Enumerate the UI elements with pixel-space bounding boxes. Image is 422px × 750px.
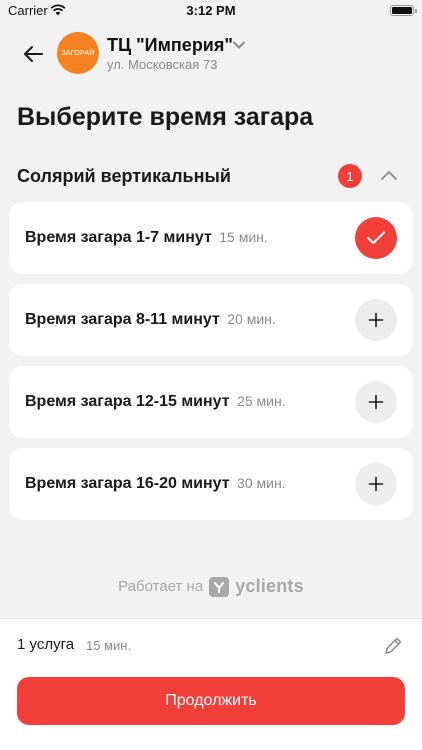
service-name: Время загара 1-7 минут <box>25 229 212 246</box>
service-selected-button[interactable] <box>355 217 397 259</box>
service-name: Время загара 12-15 минут <box>25 393 230 410</box>
chevron-down-icon[interactable] <box>232 40 246 50</box>
checkmark-icon <box>367 231 385 244</box>
edit-button[interactable] <box>382 635 404 657</box>
service-card[interactable]: Время загара 16-20 минут 30 мин. <box>9 448 413 520</box>
service-duration: 30 мин. <box>237 475 286 491</box>
arrow-left-icon <box>24 46 43 62</box>
booking-summary-panel: 1 услуга 15 мин. Продолжить <box>0 618 422 750</box>
continue-button[interactable]: Продолжить <box>17 677 405 725</box>
salon-logo: ЗАГОРАЙ <box>57 32 99 74</box>
service-card[interactable]: Время загара 1-7 минут 15 мин. <box>9 202 413 274</box>
plus-icon <box>368 476 384 492</box>
service-info: Время загара 12-15 минут 25 мин. <box>25 393 286 411</box>
category-count-badge: 1 <box>338 164 362 188</box>
salon-address: ул. Московская 73 <box>107 57 218 72</box>
summary-service-count: 1 услуга <box>17 636 75 653</box>
service-add-button[interactable] <box>355 381 397 423</box>
service-name: Время загара 8-11 минут <box>25 311 220 328</box>
service-add-button[interactable] <box>355 463 397 505</box>
service-add-button[interactable] <box>355 299 397 341</box>
page-title: Выберите время загара <box>17 103 314 131</box>
service-duration: 25 мин. <box>237 393 286 409</box>
powered-by: Работает на yclients <box>0 576 422 597</box>
plus-icon <box>368 394 384 410</box>
status-time: 3:12 PM <box>186 3 236 18</box>
service-info: Время загара 16-20 минут 30 мин. <box>25 475 286 493</box>
plus-icon <box>368 312 384 328</box>
header: ЗАГОРАЙ ТЦ "Империя" ул. Московская 73 <box>0 30 422 78</box>
service-duration: 20 мин. <box>227 311 276 327</box>
service-name: Время загара 16-20 минут <box>25 475 230 492</box>
category-header[interactable]: Солярий вертикальный 1 <box>17 164 405 188</box>
yclients-logo-icon <box>209 576 230 597</box>
chevron-up-icon[interactable] <box>377 166 401 186</box>
pencil-icon <box>385 637 402 654</box>
back-button[interactable] <box>18 38 50 70</box>
service-card[interactable]: Время загара 12-15 минут 25 мин. <box>9 366 413 438</box>
summary-duration: 15 мин. <box>86 638 132 653</box>
service-duration: 15 мин. <box>219 229 268 245</box>
status-bar: Carrier 3:12 PM <box>0 0 422 22</box>
service-card[interactable]: Время загара 8-11 минут 20 мин. <box>9 284 413 356</box>
yclients-brand: yclients <box>235 576 304 596</box>
category-title: Солярий вертикальный <box>17 166 231 186</box>
service-info: Время загара 1-7 минут 15 мин. <box>25 229 268 247</box>
service-info: Время загара 8-11 минут 20 мин. <box>25 311 276 329</box>
battery-icon <box>390 5 417 16</box>
salon-name[interactable]: ТЦ "Империя" <box>107 35 233 56</box>
powered-by-text: Работает на <box>118 578 204 595</box>
